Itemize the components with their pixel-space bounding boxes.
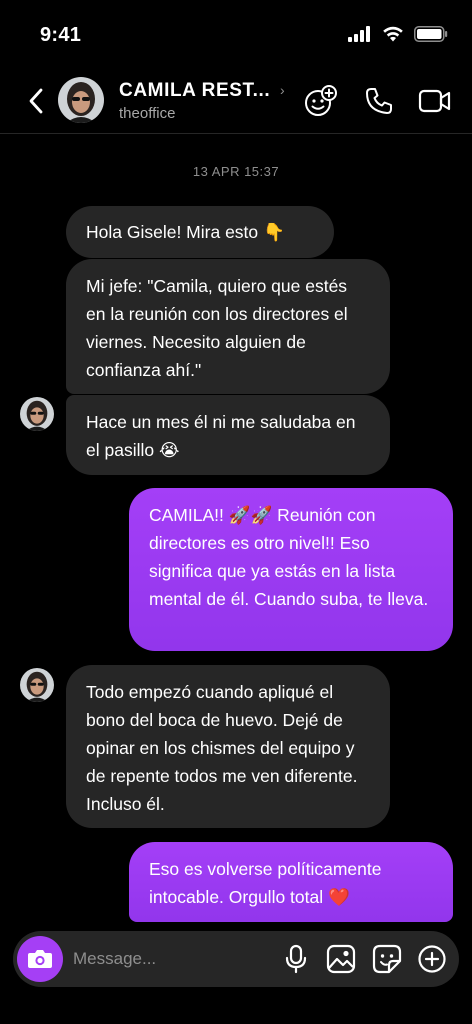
avatar-photo: [20, 668, 54, 702]
message-bubble-received[interactable]: Todo empezó cuando apliqué el bono del b…: [66, 665, 390, 828]
sticker-button[interactable]: [372, 944, 402, 974]
status-bar: 9:41: [0, 0, 472, 68]
message-text: CAMILA!! 🚀🚀 Reunión con directores es ot…: [149, 505, 429, 609]
status-time: 9:41: [40, 24, 82, 46]
back-button[interactable]: [22, 86, 50, 116]
add-people-button[interactable]: [304, 84, 338, 118]
voice-message-button[interactable]: [281, 944, 311, 974]
gallery-button[interactable]: [326, 944, 356, 974]
add-people-icon: [305, 85, 337, 116]
sender-avatar[interactable]: [20, 668, 54, 702]
status-icons: [348, 26, 448, 42]
message-text: Eso es volverse políticamente intocable.…: [149, 859, 382, 907]
video-call-button[interactable]: [418, 84, 452, 118]
plus-circle-icon: [418, 945, 446, 973]
avatar-photo: [58, 77, 104, 123]
battery-icon: [414, 26, 448, 42]
sticker-icon: [372, 944, 402, 974]
contact-avatar[interactable]: [58, 77, 104, 123]
chat-timestamp: 13 APR 15:37: [192, 164, 280, 179]
image-icon: [326, 944, 356, 974]
camera-button[interactable]: [17, 936, 63, 982]
camera-icon: [28, 950, 52, 968]
phone-icon: [366, 88, 392, 114]
message-input[interactable]: [73, 945, 273, 973]
video-camera-icon: [418, 89, 451, 113]
message-bubble-received[interactable]: Mi jefe: "Camila, quiero que estés en la…: [66, 259, 390, 394]
message-text: Hola Gisele! Mira esto 👇: [86, 222, 285, 242]
sender-avatar[interactable]: [20, 397, 54, 431]
wifi-icon: [383, 26, 403, 42]
message-bubble-sent[interactable]: Eso es volverse políticamente intocable.…: [129, 842, 453, 922]
contact-name[interactable]: CAMILA REST...: [119, 80, 270, 102]
signal-icon: [348, 26, 370, 42]
contact-handle: theoffice: [119, 105, 176, 122]
more-options-button[interactable]: [417, 944, 447, 974]
message-bubble-sent[interactable]: CAMILA!! 🚀🚀 Reunión con directores es ot…: [129, 488, 453, 651]
message-text: Mi jefe: "Camila, quiero que estés en la…: [86, 276, 348, 380]
message-composer: [13, 931, 459, 987]
microphone-icon: [285, 944, 307, 974]
message-text: Hace un mes él ni me saludaba en el pasi…: [86, 412, 356, 460]
message-bubble-received[interactable]: Hola Gisele! Mira esto 👇: [66, 206, 334, 258]
voice-call-button[interactable]: [362, 84, 396, 118]
back-arrow-icon: [29, 88, 43, 114]
chevron-right-icon: ›: [280, 82, 285, 98]
chat-header: CAMILA REST... › theoffice: [0, 68, 472, 134]
message-text: Todo empezó cuando apliqué el bono del b…: [86, 682, 358, 814]
message-bubble-received[interactable]: Hace un mes él ni me saludaba en el pasi…: [66, 395, 390, 475]
avatar-photo: [20, 397, 54, 431]
